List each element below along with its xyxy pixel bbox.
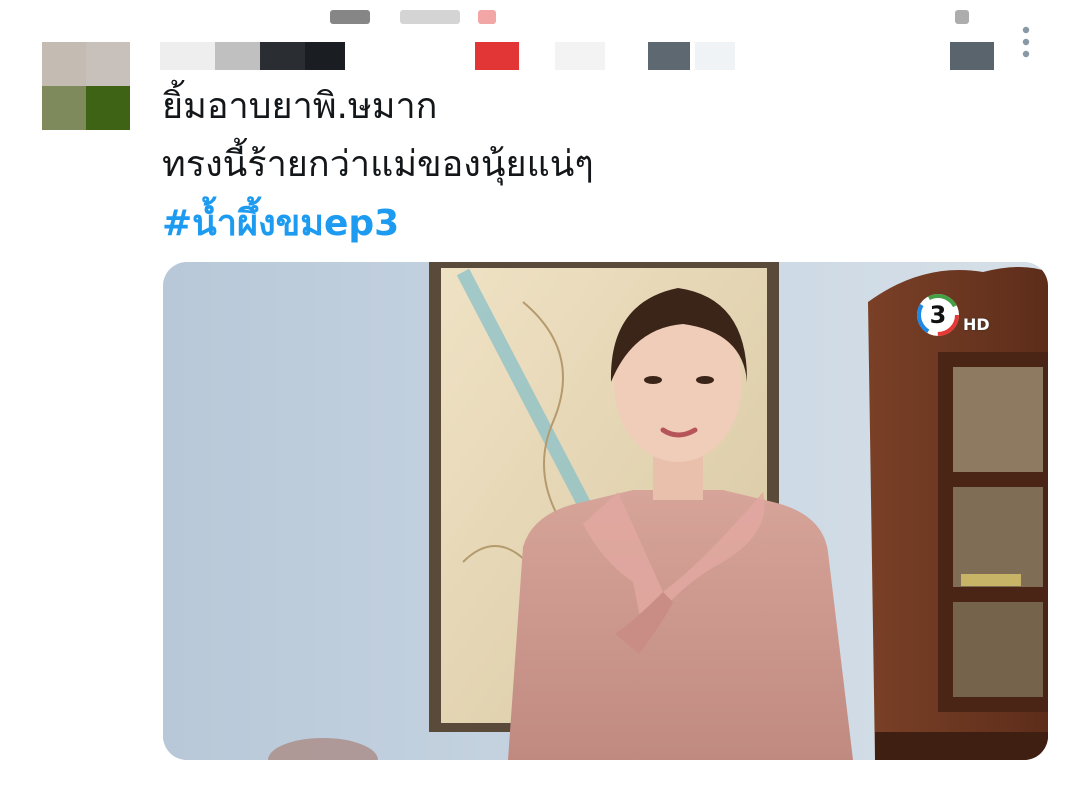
more-vertical-icon bbox=[1022, 26, 1030, 58]
hashtag-link[interactable]: #น้ำผึ้งขมep3 bbox=[162, 194, 399, 254]
tweet-media-image[interactable]: 3 HD bbox=[163, 262, 1048, 760]
channel-3-logo-icon: 3 bbox=[917, 294, 959, 336]
avatar[interactable] bbox=[42, 42, 130, 130]
tweet-text-line-2: ทรงนี้ร้ายกว่าแม่ของนุ้ยแน่ๆ bbox=[162, 144, 594, 185]
cropped-previous-content bbox=[0, 0, 1080, 28]
channel-logo-hd: HD bbox=[963, 315, 990, 334]
tweet-text-line-1: ยิ้มอาบยาพิ.ษมาก bbox=[162, 86, 438, 127]
channel-logo-number: 3 bbox=[930, 301, 947, 329]
more-options-button[interactable] bbox=[1010, 22, 1042, 62]
tweet-text: ยิ้มอาบยาพิ.ษมาก ทรงนี้ร้ายกว่าแม่ของนุ้… bbox=[162, 78, 1022, 254]
channel-logo: 3 HD bbox=[915, 292, 990, 338]
author-info-redacted[interactable] bbox=[160, 40, 1000, 72]
